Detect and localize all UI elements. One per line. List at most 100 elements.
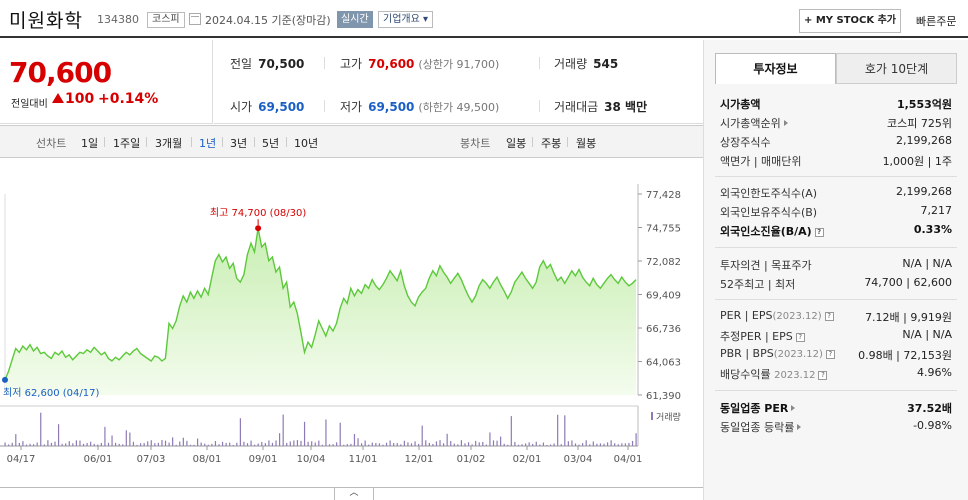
volume-bar [439, 440, 441, 446]
volume-bar [400, 444, 402, 446]
period-3m[interactable]: 3개월 [155, 135, 182, 151]
collapse-chart-button[interactable]: ︿ [334, 487, 374, 500]
dividend-yield-row: 배당수익률 2023.12? 4.96% [720, 366, 952, 381]
volume-bar [421, 425, 423, 446]
volume-bar [475, 440, 477, 446]
volume-bar [503, 443, 505, 446]
pbr-bps-row: PBR | BPS(2023.12)? 0.98배 | 72,153원 [720, 347, 952, 362]
industry-per-row: 동일업종 PER 37.52배 [720, 402, 952, 415]
volume-bar [385, 442, 388, 446]
help-icon[interactable]: ? [814, 228, 824, 237]
volume-bar [65, 443, 67, 446]
calendar-icon [189, 13, 201, 25]
est-per-eps-row: 추정PER | EPS? N/A | N/A [720, 328, 952, 343]
period-5y[interactable]: 5년 [262, 135, 279, 151]
volume-bar [289, 441, 291, 446]
volume-bar [453, 443, 455, 446]
help-icon[interactable]: ? [824, 312, 834, 321]
quick-order-button[interactable]: 빠른주문 [916, 13, 956, 29]
volume-bar [628, 442, 630, 446]
candle-daily[interactable]: 일봉 [506, 135, 526, 151]
period-1d[interactable]: 1일 [81, 135, 98, 151]
volume-bar [82, 443, 85, 446]
y-tick-label: 66,736 [646, 324, 681, 335]
period-1w[interactable]: 1주일 [113, 135, 140, 151]
volume-bar [318, 440, 320, 446]
volume-bar [521, 444, 523, 446]
volume-bar [585, 440, 587, 446]
x-tick-label: 09/01 [249, 454, 278, 465]
volume-bar [624, 443, 627, 446]
volume-bar [236, 442, 238, 446]
volume-bar [539, 444, 541, 446]
tab-orderbook[interactable]: 호가 10단계 [836, 53, 957, 84]
volume-legend-label: 거래량 [656, 411, 681, 423]
volume-bar [471, 444, 473, 446]
volume-bar [553, 443, 555, 446]
volume-bar [567, 441, 569, 446]
volume-bar [414, 441, 416, 446]
volume-bar [332, 444, 334, 446]
volume-bar [382, 444, 384, 446]
volume-bar [111, 435, 113, 446]
volume-bar [617, 444, 619, 446]
volume-bar [15, 434, 17, 446]
volume-bar [557, 414, 559, 446]
y-tick-label: 64,063 [646, 358, 681, 369]
volume-bar [371, 442, 373, 446]
period-3y[interactable]: 3년 [230, 135, 247, 151]
volume-bar [357, 438, 359, 446]
volume-bar [535, 441, 537, 446]
volume-bar [100, 442, 102, 446]
help-icon[interactable]: ? [818, 371, 828, 380]
x-tick-label: 04/17 [7, 454, 36, 465]
volume-bar [606, 442, 609, 446]
volume-bar [157, 442, 159, 446]
volume-bar [350, 443, 352, 446]
volume-bar [57, 424, 60, 446]
quote-summary: 전일 70,500 고가 70,600 (상한가 91,700) 거래량 545 시가 6… [214, 40, 703, 124]
candle-weekly[interactable]: 주봉 [541, 135, 561, 151]
volume-bar [303, 421, 306, 446]
volume-bar [11, 442, 13, 446]
y-tick-label: 77,428 [646, 190, 681, 201]
x-tick-label: 04/01 [614, 454, 643, 465]
open-price: 시가 69,500 [230, 100, 305, 114]
x-tick-label: 01/02 [457, 454, 486, 465]
tab-investment-info[interactable]: 투자정보 [715, 53, 836, 84]
volume-bar [75, 440, 77, 446]
volume-bar [542, 442, 545, 446]
volume-bar [229, 442, 231, 446]
add-my-stock-button[interactable]: + MY STOCK 추가 [799, 9, 901, 33]
price-chart[interactable]: 77,428 74,755 72,082 69,409 66,736 64,063 61,3… [0, 159, 703, 488]
current-price-panel: 70,600 전일대비 100 +0.14% [0, 40, 213, 124]
volume-bar [271, 442, 274, 446]
volume-bar [571, 440, 573, 446]
volume-bar [510, 416, 512, 446]
x-tick-label: 06/01 [84, 454, 113, 465]
volume-bar [122, 444, 124, 446]
arrow-right-icon [783, 120, 788, 126]
volume-bar [286, 442, 288, 446]
volume-bar [22, 441, 24, 446]
opinion-row: 투자의견 | 목표주가 N/A | N/A [720, 257, 952, 272]
realtime-button[interactable]: 실시간 [337, 11, 373, 28]
company-overview-dropdown[interactable]: 기업개요 ▾ [378, 11, 433, 28]
market-badge: 코스피 [147, 12, 185, 28]
par-value-row: 액면가 | 매매단위 1,000원 | 1주 [720, 155, 952, 168]
volume-bar [442, 443, 445, 446]
period-1y[interactable]: 1년 [199, 135, 216, 151]
period-10y[interactable]: 10년 [294, 135, 318, 151]
volume-bar [343, 444, 345, 446]
volume-bar [207, 444, 209, 446]
candle-monthly[interactable]: 월봉 [576, 135, 596, 151]
volume-bar [204, 443, 206, 446]
change-value: 100 [65, 91, 95, 107]
volume-bar [164, 440, 167, 446]
volume-bar [507, 444, 509, 446]
volume-bar [564, 415, 566, 446]
help-icon[interactable]: ? [825, 350, 835, 359]
volume-bar [592, 441, 594, 446]
help-icon[interactable]: ? [795, 333, 805, 342]
volume-bar [150, 440, 152, 446]
